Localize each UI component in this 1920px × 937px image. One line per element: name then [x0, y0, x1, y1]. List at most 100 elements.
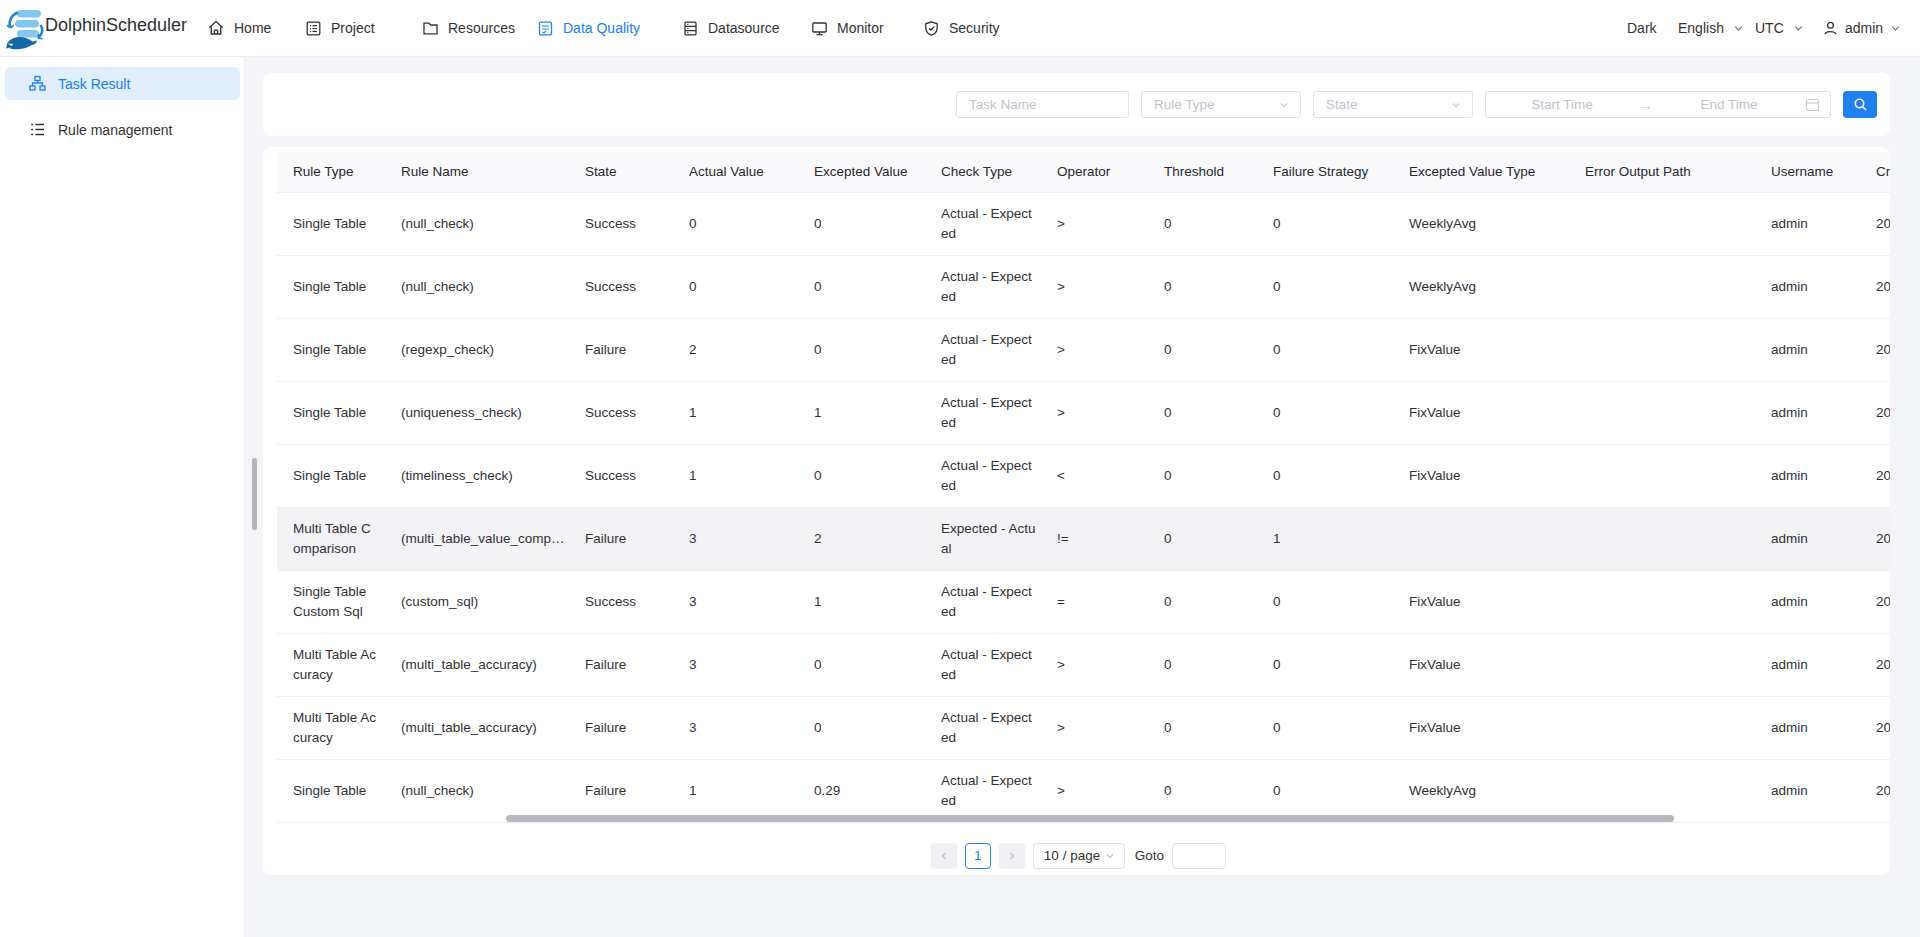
cell-create-time: 20 — [1860, 507, 1890, 570]
cell-check-type: Actual - Expected — [925, 759, 1041, 822]
nav-item-home[interactable]: Home — [207, 0, 271, 56]
person-icon — [1822, 20, 1839, 37]
table-row[interactable]: Single Table(timeliness_check)Success10A… — [277, 444, 1890, 507]
table-row[interactable]: Single Table(null_check)Failure10.29Actu… — [277, 759, 1890, 822]
table-row[interactable]: Multi Table Accuracy(multi_table_accurac… — [277, 696, 1890, 759]
sidebar-item-rule-management[interactable]: Rule management — [5, 113, 240, 146]
cell-excepted-value-type: FixValue — [1393, 318, 1569, 381]
vertical-scrollbar[interactable] — [252, 458, 257, 530]
page-number-1[interactable]: 1 — [965, 843, 991, 869]
column-header-excepted-value-type: Excepted Value Type — [1393, 152, 1569, 192]
cell-state: Failure — [569, 507, 673, 570]
horizontal-scrollbar[interactable] — [506, 815, 1674, 822]
theme-toggle[interactable]: Dark — [1627, 0, 1657, 56]
cell-excepted-value: 0 — [798, 633, 925, 696]
cell-failure-strategy: 0 — [1257, 318, 1393, 381]
column-header-operator: Operator — [1041, 152, 1148, 192]
cell-check-type: Actual - Expected — [925, 192, 1041, 255]
pagination: 1 10 / page Goto — [263, 842, 1890, 869]
cell-excepted-value-type: FixValue — [1393, 570, 1569, 633]
table-scroll-area: Rule TypeRule NameStateActual ValueExcep… — [277, 152, 1890, 823]
cell-error-output-path — [1569, 444, 1755, 507]
nav-item-project[interactable]: Project — [305, 0, 375, 56]
chevron-down-icon — [1104, 850, 1116, 862]
nav-item-datasource[interactable]: Datasource — [682, 0, 780, 56]
cell-rule-type: Single Table — [277, 759, 385, 822]
language-select[interactable]: English — [1678, 0, 1745, 56]
goto-label: Goto — [1135, 848, 1164, 863]
column-header-check-type: Check Type — [925, 152, 1041, 192]
table-row[interactable]: Multi Table Accuracy(multi_table_accurac… — [277, 633, 1890, 696]
cell-check-type: Actual - Expected — [925, 444, 1041, 507]
cell-actual-value: 1 — [673, 381, 798, 444]
cell-rule-type: Single Table — [277, 444, 385, 507]
cell-failure-strategy: 0 — [1257, 255, 1393, 318]
top-navbar: DolphinScheduler HomeProjectResourcesDat… — [0, 0, 1920, 57]
timezone-select[interactable]: UTC — [1755, 0, 1805, 56]
table-row[interactable]: Single Table(uniqueness_check)Success11A… — [277, 381, 1890, 444]
nav-item-monitor[interactable]: Monitor — [811, 0, 884, 56]
table-row[interactable]: Multi Table Comparison(multi_table_value… — [277, 507, 1890, 570]
column-header-actual-value: Actual Value — [673, 152, 798, 192]
column-header-error-output-path: Error Output Path — [1569, 152, 1755, 192]
nav-item-label: Monitor — [837, 20, 884, 36]
table-row[interactable]: Single Table(null_check)Success00Actual … — [277, 255, 1890, 318]
prev-page-button[interactable] — [931, 843, 957, 869]
cell-create-time: 20 — [1860, 633, 1890, 696]
nav-item-security[interactable]: Security — [923, 0, 1000, 56]
app-logo[interactable] — [6, 6, 44, 51]
next-page-button[interactable] — [999, 843, 1025, 869]
cell-state: Failure — [569, 318, 673, 381]
column-header-threshold: Threshold — [1148, 152, 1257, 192]
cell-excepted-value-type — [1393, 507, 1569, 570]
cell-rule-name: (null_check) — [385, 255, 569, 318]
arrow-right-icon: → — [1638, 96, 1653, 113]
cell-error-output-path — [1569, 255, 1755, 318]
cell-username: admin — [1755, 759, 1860, 822]
cell-threshold: 0 — [1148, 318, 1257, 381]
column-header-rule-type: Rule Type — [277, 152, 385, 192]
cell-username: admin — [1755, 381, 1860, 444]
cell-rule-name: (null_check) — [385, 759, 569, 822]
search-button[interactable] — [1843, 91, 1877, 118]
table-row[interactable]: Single Table(regexp_check)Failure20Actua… — [277, 318, 1890, 381]
time-range-picker[interactable]: Start Time → End Time — [1485, 91, 1831, 118]
rule-type-select[interactable]: Rule Type — [1141, 91, 1301, 118]
cell-create-time: 20 — [1860, 570, 1890, 633]
cell-check-type: Actual - Expected — [925, 633, 1041, 696]
cell-threshold: 0 — [1148, 759, 1257, 822]
cell-actual-value: 1 — [673, 759, 798, 822]
cell-error-output-path — [1569, 192, 1755, 255]
table-row[interactable]: Single Table Custom Sql(custom_sql)Succe… — [277, 570, 1890, 633]
cell-threshold: 0 — [1148, 381, 1257, 444]
cell-check-type: Actual - Expected — [925, 381, 1041, 444]
cell-error-output-path — [1569, 633, 1755, 696]
sidebar-item-task-result[interactable]: Task Result — [5, 67, 240, 100]
nav-item-data-quality[interactable]: Data Quality — [537, 0, 640, 56]
cell-rule-name: (multi_table_value_comparison) — [385, 507, 569, 570]
user-menu[interactable]: admin — [1822, 0, 1902, 56]
search-icon — [1853, 97, 1868, 112]
nav-item-resources[interactable]: Resources — [422, 0, 515, 56]
cell-state: Success — [569, 192, 673, 255]
cell-state: Failure — [569, 696, 673, 759]
cell-error-output-path — [1569, 318, 1755, 381]
cell-excepted-value-type: FixValue — [1393, 381, 1569, 444]
page-size-select[interactable]: 10 / page — [1033, 843, 1125, 869]
task-name-input[interactable]: Task Name — [956, 91, 1129, 118]
cell-excepted-value-type: FixValue — [1393, 696, 1569, 759]
cell-check-type: Actual - Expected — [925, 255, 1041, 318]
goto-page-input[interactable] — [1172, 843, 1226, 869]
cell-failure-strategy: 0 — [1257, 570, 1393, 633]
table-row[interactable]: Single Table(null_check)Success00Actual … — [277, 192, 1890, 255]
start-time-placeholder: Start Time — [1486, 97, 1638, 112]
task-name-placeholder: Task Name — [969, 97, 1037, 112]
cell-excepted-value-type: WeeklyAvg — [1393, 759, 1569, 822]
state-select[interactable]: State — [1313, 91, 1473, 118]
datasource-icon — [682, 20, 699, 37]
nav-item-label: Data Quality — [563, 20, 640, 36]
cell-create-time: 20 — [1860, 255, 1890, 318]
cell-failure-strategy: 0 — [1257, 381, 1393, 444]
cell-excepted-value: 0.29 — [798, 759, 925, 822]
cell-threshold: 0 — [1148, 507, 1257, 570]
